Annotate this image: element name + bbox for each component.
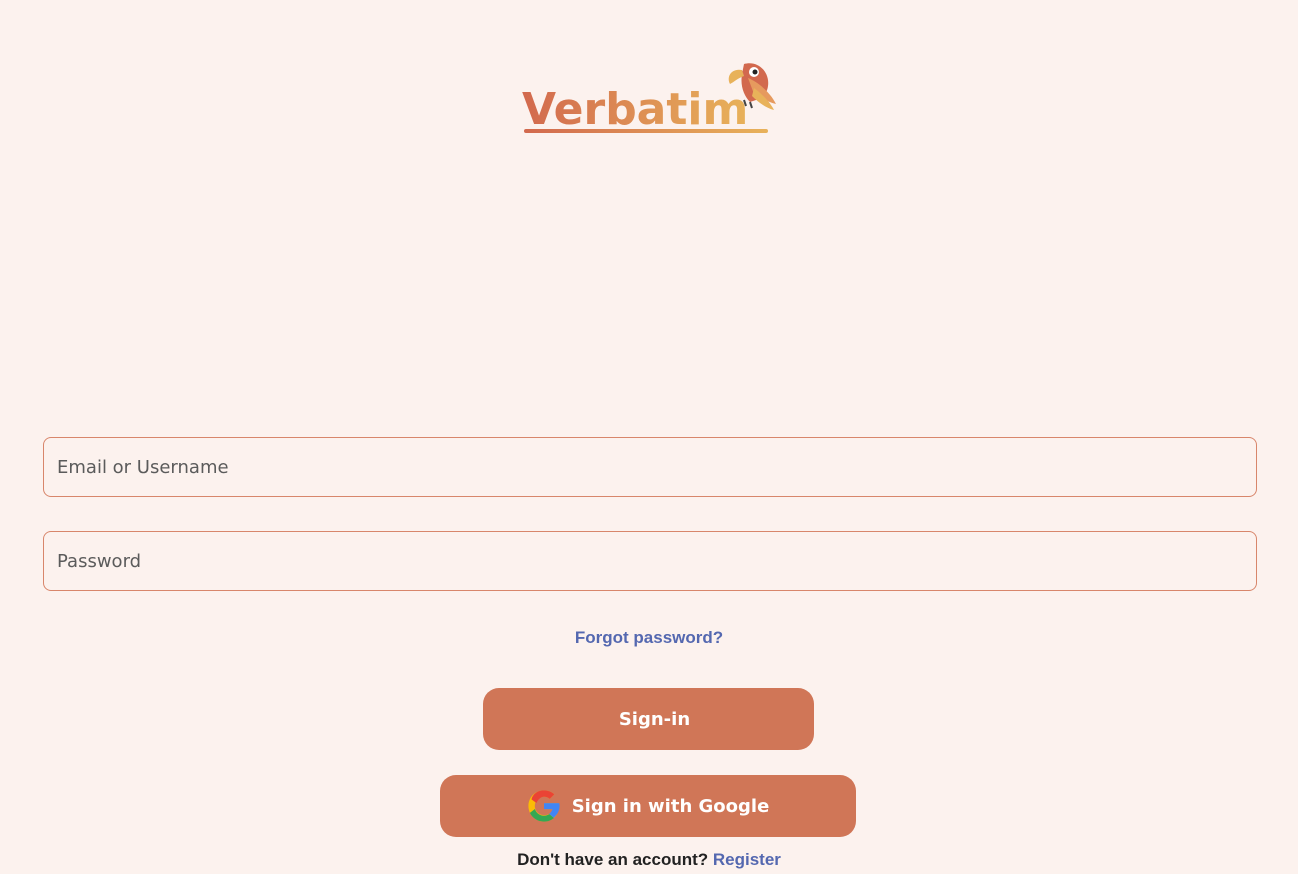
register-link[interactable]: Register — [713, 850, 781, 869]
forgot-password-row: Forgot password? — [0, 628, 1298, 648]
email-input[interactable] — [44, 438, 1256, 496]
forgot-password-link[interactable]: Forgot password? — [575, 628, 723, 647]
brand-logo: Verbatim — [518, 58, 780, 138]
signin-button-label: Sign-in — [618, 708, 691, 730]
google-icon — [527, 789, 561, 823]
email-field[interactable] — [43, 437, 1257, 497]
password-input[interactable] — [44, 532, 1256, 590]
signin-button[interactable]: Sign-in — [483, 688, 814, 750]
wordmark-underline — [524, 129, 768, 133]
brand-wordmark: Verbatim — [522, 84, 748, 135]
no-account-text: Don't have an account? — [517, 850, 709, 869]
google-signin-button[interactable]: Sign in with Google — [440, 775, 856, 837]
register-prompt: Don't have an account? Register — [0, 850, 1298, 870]
google-signin-label: Sign in with Google — [571, 795, 770, 817]
password-field[interactable] — [43, 531, 1257, 591]
